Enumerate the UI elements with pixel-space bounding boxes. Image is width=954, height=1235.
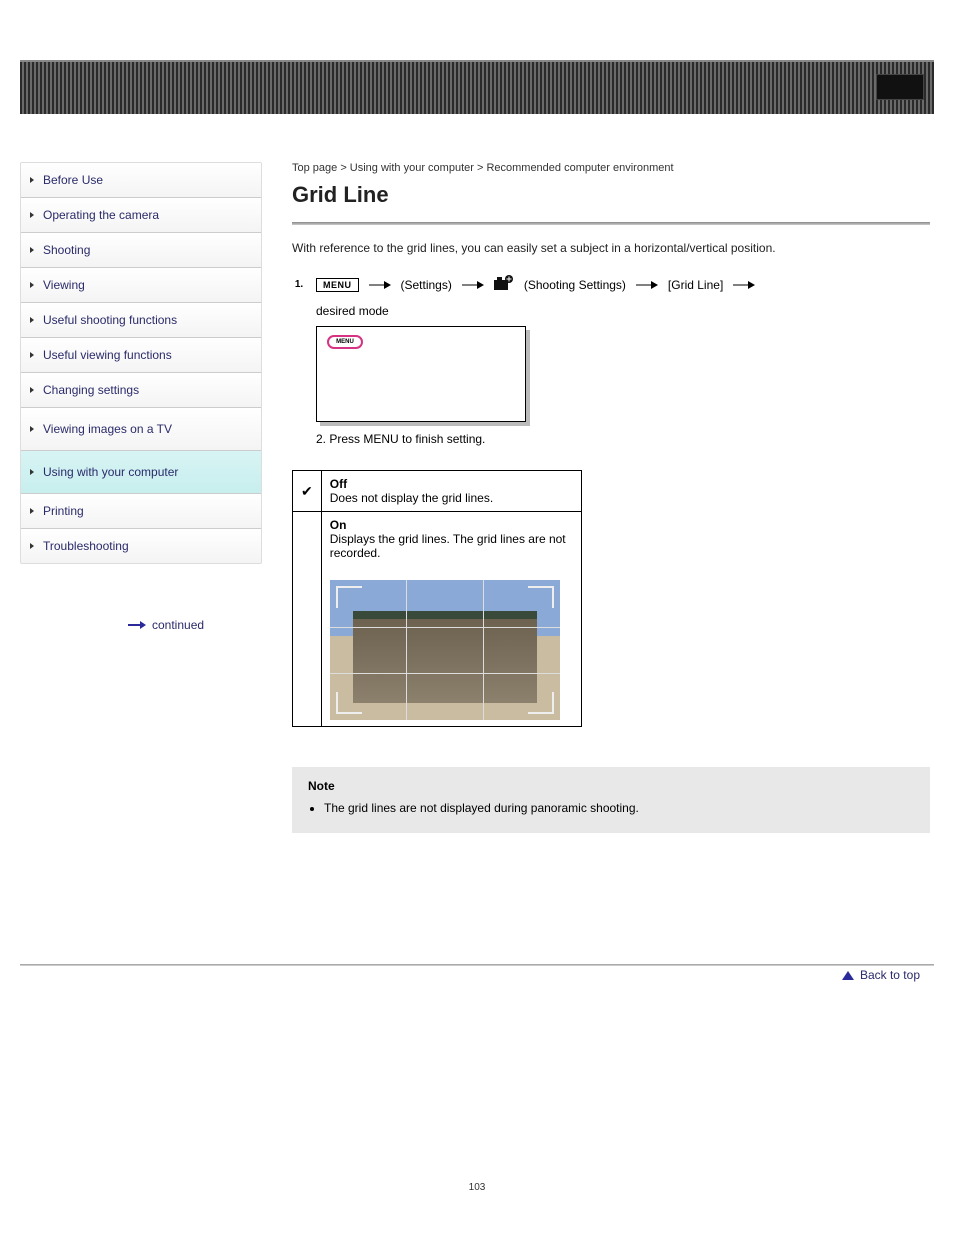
title-rule <box>292 222 930 225</box>
options-table: ✔ Off Does not display the grid lines. O… <box>292 470 582 727</box>
focus-corner-icon <box>336 586 362 608</box>
table-row: On Displays the grid lines. The grid lin… <box>293 512 582 727</box>
sidebar-item-label: Viewing images on a TV <box>43 422 172 436</box>
step-1-tail: desired mode <box>316 304 930 318</box>
menu-badge: MENU <box>316 278 359 292</box>
arrow-right-icon <box>636 280 658 290</box>
arrow-right-icon <box>733 280 755 290</box>
header-top-accent <box>20 60 934 114</box>
sidebar-item-label: Changing settings <box>43 383 139 397</box>
grid-line-vertical <box>483 580 484 720</box>
table-cell: On Displays the grid lines. The grid lin… <box>321 512 581 727</box>
step-1-row: 1. MENU (Settings) (Shooting Settings) [… <box>292 275 930 294</box>
focus-corner-icon <box>336 692 362 714</box>
checkmark-icon: ✔ <box>301 483 313 499</box>
arrow-right-icon <box>462 280 484 290</box>
step-2-text: 2. Press MENU to finish setting. <box>316 432 930 446</box>
screen-mockup: MENU <box>316 326 526 422</box>
focus-corner-icon <box>528 586 554 608</box>
continue-label: continued <box>152 618 204 632</box>
footer-rule <box>20 964 934 966</box>
sidebar-item-changing-settings[interactable]: Changing settings <box>21 373 261 408</box>
grid-line-vertical <box>406 580 407 720</box>
camera-settings-icon <box>494 275 514 294</box>
option-on-desc: Displays the grid lines. The grid lines … <box>330 532 573 560</box>
note-title: Note <box>308 779 914 793</box>
sidebar-continue-link[interactable]: continued <box>128 618 204 632</box>
table-cell: Off Does not display the grid lines. <box>321 471 581 512</box>
option-off-desc: Does not display the grid lines. <box>330 491 573 505</box>
triangle-up-icon <box>842 971 854 980</box>
sidebar-item-before-use[interactable]: Before Use <box>21 163 261 198</box>
page-title: Grid Line <box>292 182 930 208</box>
note-box: Note The grid lines are not displayed du… <box>292 767 930 833</box>
header-strip <box>20 60 934 114</box>
shooting-settings-text: (Shooting Settings) <box>524 278 626 292</box>
sidebar-item-viewing-tv[interactable]: Viewing images on a TV <box>21 408 261 451</box>
grid-line-horizontal <box>330 673 560 674</box>
sidebar-item-label: Printing <box>43 504 84 518</box>
sidebar-item-useful-shooting[interactable]: Useful shooting functions <box>21 303 261 338</box>
page-number: 103 <box>0 1182 954 1193</box>
back-to-top-label: Back to top <box>860 968 920 982</box>
grid-line-horizontal <box>330 627 560 628</box>
sidebar-item-label: Useful viewing functions <box>43 348 172 362</box>
arrow-right-icon <box>128 621 146 629</box>
sidebar-item-label: Operating the camera <box>43 208 159 222</box>
sidebar-item-label: Using with your computer <box>43 465 178 479</box>
sidebar-item-operating[interactable]: Operating the camera <box>21 198 261 233</box>
grid-line-item-text: [Grid Line] <box>668 278 723 292</box>
option-on-label: On <box>330 518 573 532</box>
arrow-right-icon <box>369 280 391 290</box>
header-badge <box>876 74 924 100</box>
sidebar-item-label: Troubleshooting <box>43 539 129 553</box>
grid-line-preview <box>330 580 560 720</box>
note-item: The grid lines are not displayed during … <box>324 801 914 815</box>
focus-corner-icon <box>528 692 554 714</box>
main-content: Top page > Using with your computer > Re… <box>292 162 930 833</box>
sidebar-item-troubleshooting[interactable]: Troubleshooting <box>21 529 261 563</box>
back-to-top-link[interactable]: Back to top <box>842 968 920 982</box>
sidebar-item-label: Before Use <box>43 173 103 187</box>
sidebar-item-useful-viewing[interactable]: Useful viewing functions <box>21 338 261 373</box>
sidebar-item-label: Viewing <box>43 278 85 292</box>
table-row: ✔ Off Does not display the grid lines. <box>293 471 582 512</box>
settings-text: (Settings) <box>401 278 452 292</box>
sidebar-item-label: Shooting <box>43 243 90 257</box>
sidebar-item-label: Useful shooting functions <box>43 313 177 327</box>
sidebar-item-viewing[interactable]: Viewing <box>21 268 261 303</box>
option-off-label: Off <box>330 477 573 491</box>
step-number: 1. <box>292 278 306 292</box>
sidebar: Before Use Operating the camera Shooting… <box>20 162 262 564</box>
sidebar-item-printing[interactable]: Printing <box>21 494 261 529</box>
preview-building <box>353 619 537 703</box>
table-cell-check: ✔ <box>293 471 322 512</box>
sidebar-item-using-computer[interactable]: Using with your computer <box>21 451 261 494</box>
sidebar-item-shooting[interactable]: Shooting <box>21 233 261 268</box>
intro-text: With reference to the grid lines, you ca… <box>292 239 930 257</box>
table-cell-check <box>293 512 322 727</box>
menu-highlight: MENU <box>327 335 363 349</box>
breadcrumb: Top page > Using with your computer > Re… <box>292 162 930 174</box>
menu-highlight-label: MENU <box>336 339 354 345</box>
